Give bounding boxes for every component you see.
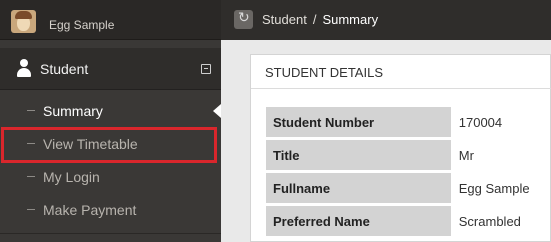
tree-line <box>27 176 35 177</box>
field-label: Fullname <box>266 173 451 203</box>
sidebar-item-my-login[interactable]: My Login <box>0 160 221 193</box>
field-value: Scrambled <box>450 206 550 236</box>
sidebar-item-label: Summary <box>43 103 103 119</box>
user-name[interactable]: Egg Sample <box>49 18 114 32</box>
collapse-icon[interactable] <box>201 64 211 74</box>
field-value: 170004 <box>450 107 550 137</box>
breadcrumb: Student / Summary <box>262 12 378 27</box>
table-row: Fullname Egg Sample <box>266 173 550 203</box>
breadcrumb-separator: / <box>312 12 317 27</box>
user-bar[interactable]: Egg Sample <box>0 0 221 40</box>
table-row: Title Mr <box>266 140 550 170</box>
breadcrumb-current: Summary <box>322 12 379 27</box>
field-value: Mr <box>450 140 550 170</box>
topbar: Student / Summary <box>221 0 551 40</box>
avatar[interactable] <box>11 10 36 33</box>
table-row: Student Number 170004 <box>266 107 550 137</box>
sidebar-item-summary[interactable]: Summary <box>0 94 221 127</box>
active-pointer-icon <box>213 104 221 118</box>
sidebar-item-make-payment[interactable]: Make Payment <box>0 193 221 226</box>
field-label: Preferred Name <box>266 206 451 236</box>
details-table: Student Number 170004 Title Mr Fullname … <box>266 104 550 239</box>
tree-line <box>27 110 35 111</box>
sidebar-item-label: My Login <box>43 169 100 185</box>
breadcrumb-parent[interactable]: Student <box>262 12 307 27</box>
divider <box>0 233 221 234</box>
field-label: Student Number <box>266 107 451 137</box>
sidebar: Egg Sample Student Summary View Timetabl… <box>0 0 221 242</box>
main-content: STUDENT DETAILS Student Number 170004 Ti… <box>221 40 551 242</box>
table-row: Preferred Name Scrambled <box>266 206 550 236</box>
panel-title: STUDENT DETAILS <box>265 65 383 80</box>
refresh-icon[interactable] <box>234 10 253 29</box>
student-details-panel: STUDENT DETAILS Student Number 170004 Ti… <box>250 54 551 242</box>
highlight-box <box>1 127 217 163</box>
sidebar-section-student[interactable]: Student <box>0 48 221 90</box>
user-icon <box>16 59 32 77</box>
sidebar-section-title: Student <box>40 61 89 77</box>
field-value: Egg Sample <box>450 173 550 203</box>
panel-header: STUDENT DETAILS <box>251 55 551 89</box>
field-label: Title <box>266 140 451 170</box>
tree-line <box>27 209 35 210</box>
sidebar-item-label: Make Payment <box>43 202 137 218</box>
